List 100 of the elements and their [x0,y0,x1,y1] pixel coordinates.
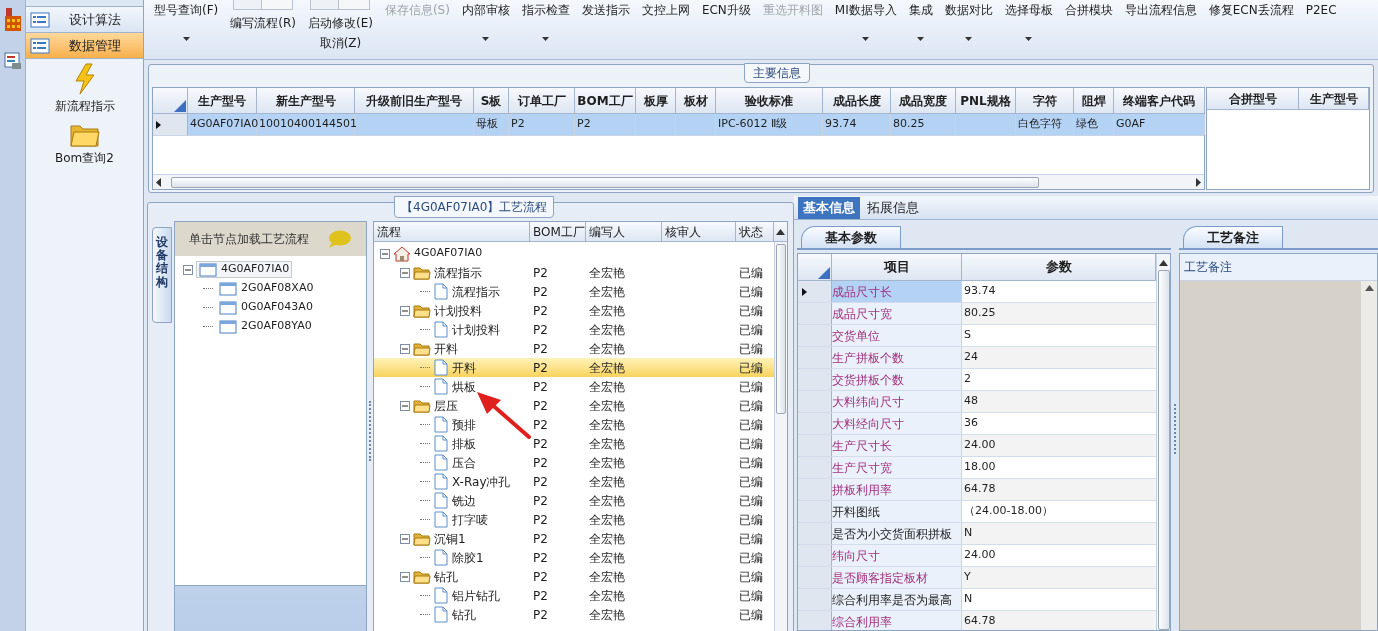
tree-row[interactable]: 烘板 P2 全宏艳 已编 [374,377,774,396]
tree-row[interactable]: 4G0AF07IA0 [374,244,774,263]
field-label: 工艺备注 [1184,259,1232,276]
toolbar-button[interactable]: 启动修改(E) 取消(Z) [307,0,373,59]
tree-row[interactable]: X-Ray冲孔 P2 全宏艳 已编 [374,472,774,491]
column-header[interactable]: 成品长度 [823,88,891,113]
table-row[interactable]: 成品尺寸长 93.74 [798,281,1156,303]
column-header[interactable]: 生产型号 [1299,88,1369,109]
table-cell-text: P2 [533,454,548,472]
column-header[interactable]: 板厚 [636,88,676,113]
table-row[interactable]: 生产尺寸长 24.00 [798,435,1156,457]
tree-item[interactable]: 4G0AF07IA0 [196,261,293,278]
tree-row[interactable]: 压合 P2 全宏艳 已编 [374,453,774,472]
table-row[interactable]: 是否顾客指定板材 Y [798,567,1156,589]
sidebar-item[interactable]: 数据管理 [26,33,143,59]
table-row[interactable]: 综合利用率 64.78 [798,611,1156,630]
column-header[interactable]: 生产型号 [188,88,257,113]
tab[interactable]: 拓展信息 [862,197,924,219]
toolbar-button[interactable]: ECN升级 [701,0,751,59]
tree-row[interactable]: 计划投料 P2 全宏艳 已编 [374,320,774,339]
sidebar-item[interactable]: 设计算法 [26,7,143,33]
column-header[interactable]: 终端客户代码 [1114,88,1205,113]
column-header[interactable]: 成品宽度 [891,88,956,113]
tree-row[interactable]: 打字唛 P2 全宏艳 已编 [374,510,774,529]
tree-row[interactable]: 除胶1 P2 全宏艳 已编 [374,548,774,567]
table-row[interactable]: 大料纬向尺寸 48 [798,391,1156,413]
table-cell: 母板 [476,116,498,133]
toolbar-button[interactable]: 发送指示 [581,0,630,59]
tab[interactable]: 基本信息 [798,197,860,219]
tab[interactable]: 基本参数 [801,226,901,248]
tree-row[interactable]: 沉铜1 P2 全宏艳 已编 [374,529,774,548]
tree-row[interactable]: 计划投料 P2 全宏艳 已编 [374,301,774,320]
column-header[interactable]: 验收标准 [716,88,823,113]
table-row[interactable]: 开料图纸 （24.00-18.00） [798,501,1156,523]
tree-row[interactable]: 铝片钻孔 P2 全宏艳 已编 [374,586,774,605]
tree-row[interactable]: 钻孔 P2 全宏艳 已编 [374,605,774,624]
toolbar-button[interactable]: 指示检查 [521,0,570,59]
tree-row[interactable]: 预排 P2 全宏艳 已编 [374,415,774,434]
table-row[interactable]: 拼板利用率 64.78 [798,479,1156,501]
table-cell-text: 成品尺寸长 [832,283,892,301]
toolbar-button[interactable]: 集成 [908,0,933,59]
table-row[interactable]: 纬向尺寸 24.00 [798,545,1156,567]
table-cell-text: 已编 [739,587,763,605]
column-header[interactable]: 状态 [736,222,774,241]
table-row[interactable]: 是否为小交货面积拼板 N [798,523,1156,545]
toolbar-button[interactable]: 数据对比 [944,0,993,59]
shortcut-item[interactable]: 新流程指示 [54,63,115,115]
column-header[interactable]: 新生产型号 [257,88,355,113]
tree-row[interactable]: 流程指示 P2 全宏艳 已编 [374,282,774,301]
column-header[interactable]: 项目 [832,254,962,280]
table-cell: 36 [964,415,978,432]
column-header[interactable]: 升级前旧生产型号 [355,88,474,113]
toolbar-button[interactable]: 内部审核 [461,0,510,59]
tree-row[interactable]: 开料 P2 全宏艳 已编 [374,339,774,358]
tab[interactable]: 工艺备注 [1183,226,1283,248]
shortcut-item[interactable]: Bom查询2 [55,121,114,167]
column-header[interactable]: 阻焊 [1074,88,1114,113]
column-header[interactable]: 合拼型号 [1207,88,1299,109]
column-header[interactable]: 核审人 [662,222,736,241]
vertical-tab[interactable]: 设备结构 [152,227,172,323]
tree-row[interactable]: 层压 P2 全宏艳 已编 [374,396,774,415]
table-row[interactable]: 4G0AF07IA010010400144501 母板 P2 P2 IPC-6012 Ⅱ级 93.74 80.25 白色字符 绿色 G0AF [153,114,1204,136]
toolbar-button[interactable]: 修复ECN丢流程 [1208,0,1294,59]
tree-row[interactable]: 排板 P2 全宏艳 已编 [374,434,774,453]
table-row[interactable]: 成品尺寸宽 80.25 [798,303,1156,325]
column-header[interactable]: 编写人 [586,222,662,241]
toolbar-button[interactable]: P2EC [1305,0,1337,59]
table-row[interactable]: 生产尺寸宽 18.00 [798,457,1156,479]
tree-item[interactable]: 2G0AF08YA0 [216,318,315,335]
tree-item[interactable]: 0G0AF043A0 [216,299,316,316]
table-row[interactable]: 综合利用率是否为最高 N [798,589,1156,611]
column-header[interactable]: S板 [474,88,509,113]
table-row[interactable]: 大料经向尺寸 36 [798,413,1156,435]
table-cell-text: P2 [533,435,548,453]
tree-row[interactable]: 开料 P2 全宏艳 已编 [374,358,774,377]
toolbar-button[interactable]: 编写流程(R) [230,0,296,59]
column-header[interactable]: BOM工厂 [530,222,586,241]
tree-row[interactable]: 流程指示 P2 全宏艳 已编 [374,263,774,282]
table-cell: N [964,525,973,542]
table-cell-text: 已编 [739,302,763,320]
table-cell-text: 已编 [739,568,763,586]
tree-item[interactable]: 2G0AF08XA0 [216,280,317,297]
table-row[interactable]: 交货单位 S [798,325,1156,347]
table-row[interactable]: 生产拼板个数 24 [798,347,1156,369]
table-cell-text: P2 [533,264,548,282]
tree-row[interactable]: 钻孔 P2 全宏艳 已编 [374,567,774,586]
column-header[interactable]: 字符 [1016,88,1074,113]
toolbar-button[interactable]: 选择母板 [1004,0,1053,59]
column-header[interactable]: 板材 [676,88,716,113]
column-header[interactable]: 订单工厂 [509,88,575,113]
table-row[interactable]: 交货拼板个数 2 [798,369,1156,391]
toolbar-button[interactable]: 导出流程信息 [1124,0,1197,59]
column-header[interactable]: PNL规格 [956,88,1016,113]
toolbar-button[interactable]: 合拼模块 [1064,0,1113,59]
toolbar-button[interactable]: MI数据导入 [834,0,897,59]
column-header[interactable]: 流程 [374,222,530,241]
toolbar-button[interactable]: 文控上网 [641,0,690,59]
column-header[interactable]: BOM工厂 [575,88,636,113]
toolbar-button[interactable]: 型号查询(F) [154,0,219,59]
tree-row[interactable]: 铣边 P2 全宏艳 已编 [374,491,774,510]
